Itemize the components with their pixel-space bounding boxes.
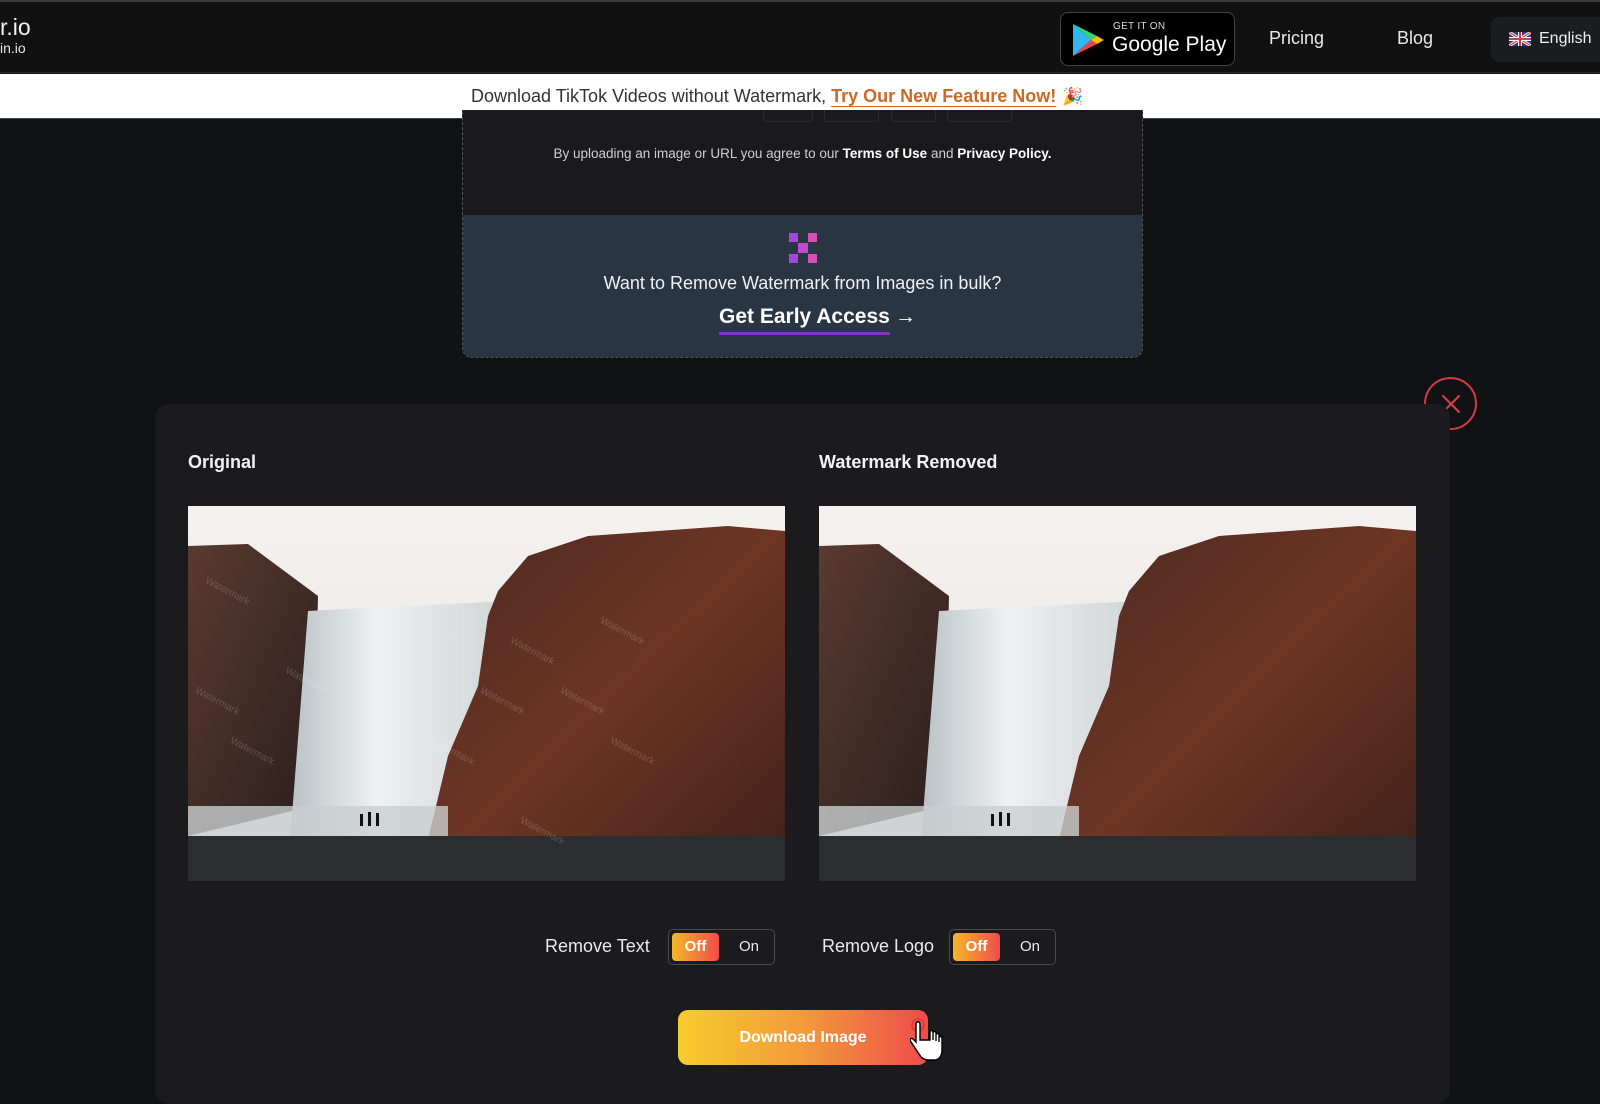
party-popper-icon: 🎉 [1062,87,1084,106]
get-early-access-link[interactable]: Get Early Access [719,305,890,335]
remove-text-on[interactable]: On [731,933,767,961]
arrow-right-icon: → [895,305,916,328]
google-play-small-text: GET IT ON [1113,21,1166,32]
terms-of-use-link[interactable]: Terms of Use [843,146,928,161]
remove-text-switch[interactable]: Off On [668,929,775,965]
download-image-button[interactable]: Download Image [678,1010,928,1065]
upload-card: By uploading an image or URL you agree t… [462,110,1143,358]
remove-logo-off[interactable]: Off [953,933,1000,961]
upload-tab[interactable] [891,110,936,122]
logo-main: r.io [0,14,31,40]
uk-flag-icon [1509,32,1531,46]
bulk-question: Want to Remove Watermark from Images in … [603,273,1002,293]
promo-link[interactable]: Try Our New Feature Now! [831,86,1056,106]
language-selector[interactable]: English [1491,17,1600,62]
remove-logo-label: Remove Logo [822,936,935,956]
promo-text: Download TikTok Videos without Watermark… [471,86,832,106]
remove-text-label: Remove Text [545,936,650,956]
original-title: Original [188,452,257,472]
site-logo[interactable]: r.io in.io [0,14,31,56]
nav-blog[interactable]: Blog [1397,28,1433,49]
google-play-badge[interactable]: GET IT ON Google Play [1060,12,1235,66]
upload-tab[interactable] [824,110,879,122]
remove-logo-on[interactable]: On [1012,933,1048,961]
upload-tab[interactable] [763,110,813,122]
waterfall-photo [819,506,1416,881]
hand-cursor-icon [910,1018,943,1061]
nav-pricing[interactable]: Pricing [1269,28,1324,49]
upload-tabs [463,110,1142,124]
terms-prefix: By uploading an image or URL you agree t… [553,146,843,161]
watermark-removed-title: Watermark Removed [819,452,998,472]
remove-logo-switch[interactable]: Off On [949,929,1056,965]
language-label: English [1539,30,1592,47]
privacy-policy-link[interactable]: Privacy Policy. [957,146,1051,161]
bulk-promo: Want to Remove Watermark from Images in … [463,215,1142,357]
result-panel: Original Watermark Removed Watermark Wat… [155,404,1450,1104]
logo-sub: in.io [0,40,26,56]
upload-tab[interactable] [947,110,1012,122]
original-image: Watermark Watermark Watermark Watermark … [188,506,785,881]
google-play-icon [1073,24,1104,56]
terms-notice: By uploading an image or URL you agree t… [463,146,1142,161]
top-navbar: r.io in.io GET IT ON Google Play Pricing… [0,0,1600,73]
grid-x-icon [789,233,817,263]
google-play-big-text: Google Play [1112,33,1227,56]
remove-text-off[interactable]: Off [672,933,719,961]
watermark-removed-image [819,506,1416,881]
terms-mid: and [927,146,958,161]
